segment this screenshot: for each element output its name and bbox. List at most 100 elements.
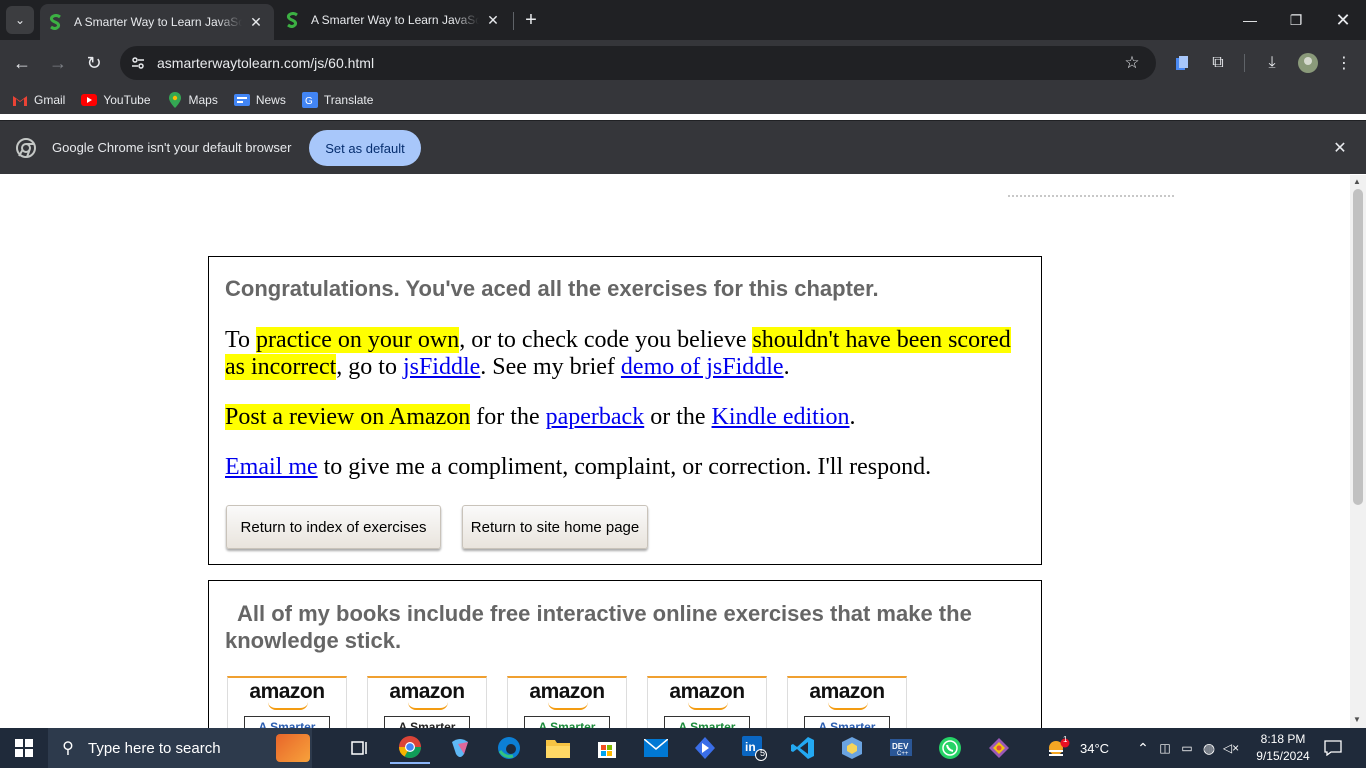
vscode-icon[interactable]: [783, 732, 823, 764]
weather-temperature: 34°C: [1080, 740, 1110, 756]
task-view-icon[interactable]: [340, 732, 380, 764]
tab-search-button[interactable]: ⌄: [6, 6, 34, 34]
maps-icon: [167, 92, 183, 108]
scroll-up-icon[interactable]: ▲: [1353, 177, 1361, 186]
download-icon[interactable]: ⤓: [1258, 49, 1286, 77]
clock-date: 9/15/2024: [1256, 749, 1310, 763]
scroll-down-icon[interactable]: ▼: [1353, 715, 1361, 724]
address-bar[interactable]: asmarterwaytolearn.com/js/60.html ☆: [120, 46, 1156, 80]
jsfiddle-demo-link[interactable]: demo of jsFiddle: [621, 354, 784, 380]
copilot-icon[interactable]: [440, 732, 480, 764]
meet-now-icon[interactable]: ◫: [1154, 741, 1176, 755]
dev-c-icon[interactable]: DEV C++: [881, 732, 921, 764]
notifications-icon[interactable]: [1322, 728, 1344, 768]
file-explorer-icon[interactable]: [538, 732, 578, 764]
bookmark-star-icon[interactable]: ☆: [1118, 49, 1146, 77]
text: to give me a compliment, complaint, or c…: [317, 454, 932, 480]
set-as-default-button[interactable]: Set as default: [309, 130, 421, 166]
forward-button[interactable]: →: [42, 47, 74, 79]
tab-title: A Smarter Way to Learn JavaScript: [74, 15, 242, 29]
site-info-icon[interactable]: [124, 49, 152, 77]
bookmark-gmail[interactable]: Gmail: [12, 92, 65, 108]
minimize-icon: —: [1243, 12, 1257, 28]
mail-icon[interactable]: [636, 732, 676, 764]
bookmark-youtube[interactable]: YouTube: [81, 92, 151, 108]
back-button[interactable]: ←: [6, 47, 38, 79]
reload-button[interactable]: ↻: [78, 47, 110, 79]
book-link[interactable]: amazon A Smarter: [787, 676, 907, 728]
bookmark-label: News: [255, 93, 286, 107]
linkedin-badge: 5: [760, 748, 766, 758]
tab-close-icon[interactable]: ✕: [248, 14, 264, 30]
page-content: Congratulations. You've aced all the exe…: [0, 175, 1350, 728]
bookmark-news[interactable]: News: [233, 92, 286, 108]
close-window-button[interactable]: ✕: [1320, 0, 1366, 40]
new-tab-button[interactable]: +: [519, 8, 543, 32]
taskbar-search-box[interactable]: ⚲ Type here to search: [48, 728, 312, 768]
tab-strip: ⌄ A Smarter Way to Learn JavaScript ✕ A …: [0, 0, 1366, 40]
amazon-smile-icon: [828, 702, 868, 710]
extension-icon[interactable]: [1168, 49, 1196, 77]
start-button[interactable]: [0, 728, 48, 768]
tab-close-icon[interactable]: ✕: [485, 12, 501, 28]
amazon-logo: amazon: [249, 680, 325, 703]
infobar-close-icon[interactable]: ✕: [1330, 138, 1350, 158]
chrome-taskbar-icon[interactable]: [390, 732, 430, 764]
tab-active[interactable]: A Smarter Way to Learn JavaScript ✕: [40, 4, 274, 40]
search-placeholder: Type here to search: [88, 739, 221, 757]
book-cover: A Smarter: [384, 716, 470, 728]
page-scrollbar[interactable]: ▲ ▼: [1350, 175, 1366, 728]
book-link[interactable]: amazon A Smarter: [367, 676, 487, 728]
paperback-link[interactable]: paperback: [546, 404, 645, 430]
more-menu-icon[interactable]: ⋮: [1330, 49, 1358, 77]
git-icon[interactable]: [979, 732, 1019, 764]
close-icon: ✕: [1335, 9, 1351, 30]
amazon-smile-icon: [548, 702, 588, 710]
return-to-home-button[interactable]: Return to site home page: [462, 505, 648, 549]
windows-logo-icon: [15, 739, 33, 757]
congrats-box: Congratulations. You've aced all the exe…: [208, 256, 1042, 565]
reload-icon: ↻: [86, 52, 102, 73]
bookmark-maps[interactable]: Maps: [167, 92, 218, 108]
network-globe-icon[interactable]: ◍: [1198, 740, 1220, 757]
book-link[interactable]: amazon A Smarter: [227, 676, 347, 728]
book-link[interactable]: amazon A Smarter: [507, 676, 627, 728]
email-me-link[interactable]: Email me: [225, 454, 318, 480]
text: for the: [470, 404, 546, 430]
linkedin-icon[interactable]: in 5: [734, 732, 774, 764]
jsfiddle-link[interactable]: jsFiddle: [403, 354, 480, 380]
book-link[interactable]: amazon A Smarter: [647, 676, 767, 728]
profile-avatar[interactable]: [1294, 49, 1322, 77]
clock-time: 8:18 PM: [1260, 732, 1306, 746]
restore-icon: ❐: [1289, 11, 1303, 28]
text: .: [849, 404, 856, 430]
practice-paragraph: To practice on your own, or to check cod…: [225, 327, 1025, 381]
tab-inactive[interactable]: A Smarter Way to Learn JavaScript ✕: [277, 0, 511, 40]
restore-button[interactable]: ❐: [1273, 0, 1319, 40]
microsoft-store-icon[interactable]: [587, 732, 627, 764]
text: To: [225, 327, 256, 353]
scrollbar-thumb[interactable]: [1353, 189, 1363, 505]
extensions-puzzle-icon[interactable]: ⧉: [1204, 49, 1232, 77]
review-paragraph: Post a review on Amazon for the paperbac…: [225, 404, 1025, 431]
browser-toolbar: ← → ↻ asmarterwaytolearn.com/js/60.html …: [0, 40, 1366, 86]
taskbar-clock[interactable]: 8:18 PM 9/15/2024: [1248, 731, 1318, 765]
return-to-index-button[interactable]: Return to index of exercises: [226, 505, 441, 549]
volume-muted-icon[interactable]: ◁×: [1220, 741, 1242, 755]
site-favicon-icon: [285, 12, 301, 28]
bookmark-translate[interactable]: G Translate: [301, 92, 373, 108]
power-automate-icon[interactable]: [685, 732, 725, 764]
virtualbox-icon[interactable]: [832, 732, 872, 764]
book-cover: A Smarter: [804, 716, 890, 728]
arrow-left-icon: ←: [13, 52, 31, 73]
weather-widget[interactable]: 1 34°C: [1046, 728, 1109, 768]
amazon-logo: amazon: [529, 680, 605, 703]
plus-icon: +: [525, 8, 537, 31]
kindle-edition-link[interactable]: Kindle edition: [712, 404, 850, 430]
chevron-up-icon[interactable]: ⌃: [1132, 740, 1154, 757]
amazon-smile-icon: [688, 702, 728, 710]
minimize-button[interactable]: —: [1227, 0, 1273, 40]
edge-icon[interactable]: [489, 732, 529, 764]
battery-icon[interactable]: ▭: [1176, 741, 1198, 755]
whatsapp-icon[interactable]: [930, 732, 970, 764]
